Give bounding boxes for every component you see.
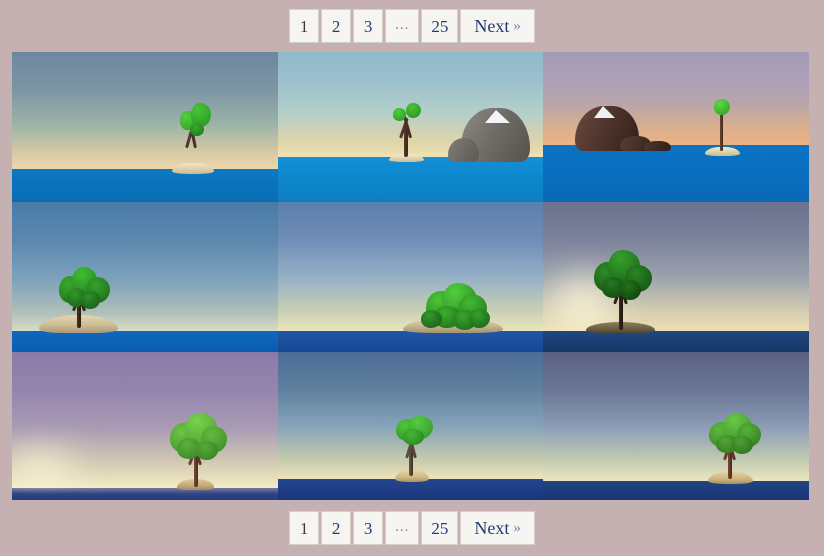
gallery-tile-9[interactable] <box>543 352 809 500</box>
page-25-bottom[interactable]: 25 <box>421 511 459 545</box>
page-25[interactable]: 25 <box>421 9 459 43</box>
page-1-bottom[interactable]: 1 <box>289 511 320 545</box>
gallery-tile-1[interactable] <box>12 52 278 202</box>
page-3[interactable]: 3 <box>353 9 384 43</box>
gallery-tile-6[interactable] <box>543 202 809 352</box>
render-scene-3 <box>543 52 809 202</box>
chevron-right-icon: » <box>513 17 521 34</box>
image-grid <box>12 52 809 500</box>
render-scene-2 <box>278 52 543 202</box>
pagination-bottom: 1 2 3 ... 25 Next » <box>0 500 824 556</box>
pagination-top: 1 2 3 ... 25 Next » <box>0 0 824 52</box>
render-scene-6 <box>543 202 809 352</box>
page-2-bottom[interactable]: 2 <box>321 511 352 545</box>
render-scene-5 <box>278 202 543 352</box>
page-1[interactable]: 1 <box>289 9 320 43</box>
render-scene-1 <box>12 52 278 202</box>
gallery-tile-5[interactable] <box>278 202 543 352</box>
gallery-tile-3[interactable] <box>543 52 809 202</box>
gallery-tile-8[interactable] <box>278 352 543 500</box>
pagination-nav-top: 1 2 3 ... 25 Next » <box>288 9 536 43</box>
next-page-label: Next <box>474 16 510 36</box>
next-page-button[interactable]: Next » <box>460 9 535 43</box>
render-scene-4 <box>12 202 278 352</box>
page-3-bottom[interactable]: 3 <box>353 511 384 545</box>
next-page-button-bottom[interactable]: Next » <box>460 511 535 545</box>
gallery-tile-4[interactable] <box>12 202 278 352</box>
page-ellipsis-bottom: ... <box>385 511 420 545</box>
page-ellipsis: ... <box>385 9 420 43</box>
pagination-nav-bottom: 1 2 3 ... 25 Next » <box>288 511 536 545</box>
next-page-label-bottom: Next <box>474 518 510 538</box>
chevron-right-icon-bottom: » <box>513 519 521 536</box>
render-scene-8 <box>278 352 543 500</box>
gallery-tile-2[interactable] <box>278 52 543 202</box>
render-scene-7 <box>12 352 278 500</box>
gallery-page: 1 2 3 ... 25 Next » 1 2 3 ... 25 Next » <box>0 0 824 556</box>
page-2[interactable]: 2 <box>321 9 352 43</box>
gallery-tile-7[interactable] <box>12 352 278 500</box>
render-scene-9 <box>543 352 809 500</box>
